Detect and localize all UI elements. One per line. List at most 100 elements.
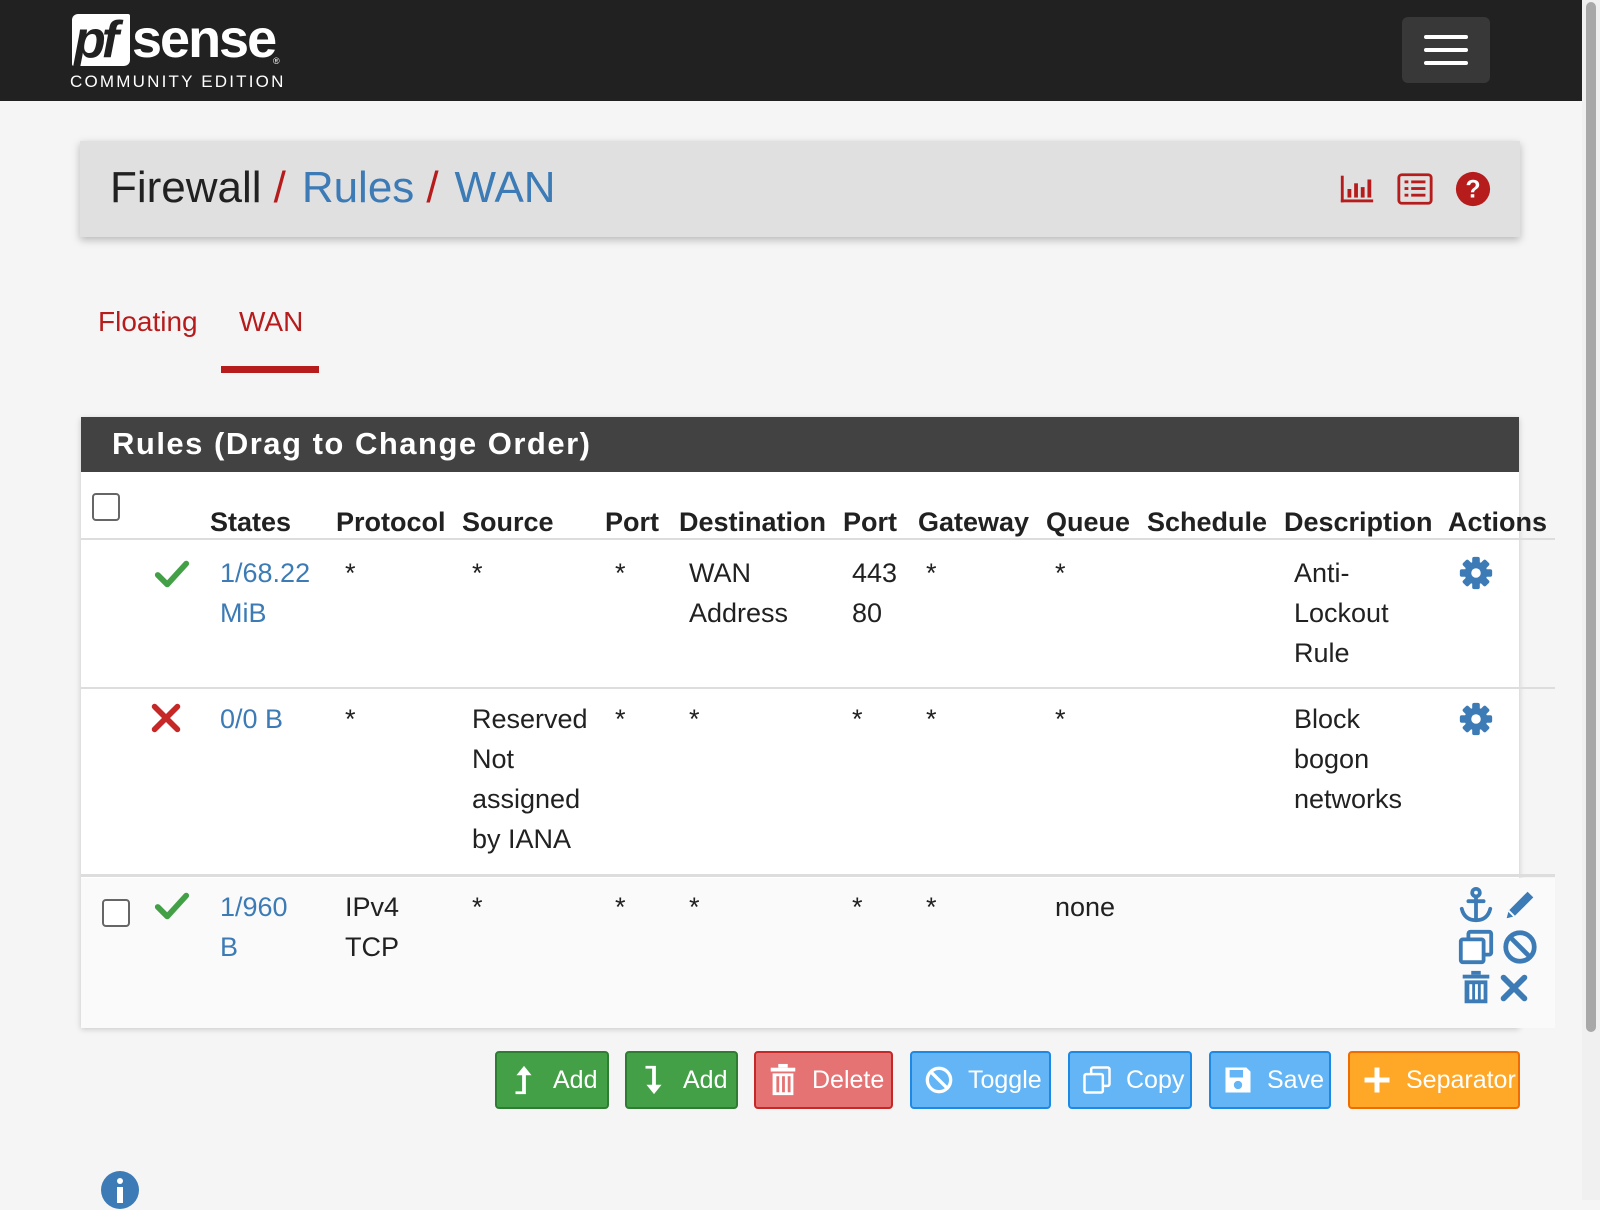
delete-button[interactable]: Delete [754, 1051, 893, 1109]
cell-queue: * [1055, 558, 1066, 588]
list-icon[interactable] [1396, 170, 1434, 208]
tab-floating[interactable]: Floating [98, 306, 198, 338]
cell-protocol: * [345, 558, 356, 588]
add-rule-top-button[interactable]: Add [495, 1051, 609, 1109]
cell-destination: * [689, 704, 700, 734]
col-header-actions: Actions [1448, 507, 1548, 537]
copy-icon[interactable] [1457, 928, 1495, 966]
pencil-icon[interactable] [1501, 886, 1539, 924]
col-header-queue[interactable]: Queue [1046, 507, 1130, 538]
cell-destination: * [689, 892, 700, 922]
col-header-gateway[interactable]: Gateway [918, 507, 1029, 538]
cell-protocol: * [345, 704, 356, 734]
logo-pf-text: pf [74, 11, 119, 69]
col-header-destination[interactable]: Destination [679, 507, 826, 538]
breadcrumb-icons: ? [1338, 167, 1492, 211]
breadcrumb-separator: / [426, 163, 439, 212]
ban-icon [925, 1066, 953, 1094]
arrow-down-icon [645, 1065, 662, 1095]
rules-panel-title: Rules (Drag to Change Order) [112, 426, 592, 461]
cell-source: * [472, 558, 483, 588]
cell-gateway: * [926, 704, 937, 734]
cell-gateway: * [926, 558, 937, 588]
active-tab-indicator [221, 366, 319, 373]
plus-icon [1364, 1067, 1390, 1093]
col-header-schedule[interactable]: Schedule [1147, 507, 1267, 538]
row-divider [81, 874, 1555, 877]
cell-protocol: IPv4 TCP [345, 892, 400, 962]
gear-icon[interactable] [1457, 554, 1495, 592]
page-scrollbar[interactable] [1582, 0, 1600, 1200]
tab-wan[interactable]: WAN [239, 306, 303, 338]
rules-panel: Rules (Drag to Change Order) States Prot… [81, 417, 1555, 1028]
cell-gateway: * [926, 892, 937, 922]
col-header-source-port[interactable]: Port [605, 507, 659, 538]
copy-icon [1083, 1066, 1111, 1094]
add-separator-button[interactable]: Separator [1348, 1051, 1520, 1109]
save-icon [1225, 1067, 1251, 1093]
col-header-dest-port[interactable]: Port [843, 507, 897, 538]
table-row[interactable] [81, 878, 1555, 1028]
trash-icon [770, 1063, 796, 1096]
cell-source-port: * [615, 892, 626, 922]
cell-dest-port: 443 80 [852, 558, 898, 628]
cell-description: Block bogon networks [1294, 704, 1403, 814]
row-divider [81, 687, 1555, 689]
breadcrumb-separator: / [273, 163, 286, 212]
add-rule-bottom-button[interactable]: Add [625, 1051, 738, 1109]
breadcrumb: Firewall / Rules / WAN [110, 163, 556, 213]
cell-queue: none [1055, 892, 1116, 922]
info-icon[interactable] [100, 1170, 140, 1210]
cell-source-port: * [615, 558, 626, 588]
button-label: Copy [1126, 1065, 1185, 1094]
gear-icon[interactable] [1457, 700, 1495, 738]
pfsense-logo[interactable]: pf sense ® COMMUNITY EDITION [70, 9, 290, 96]
breadcrumb-wan-link[interactable]: WAN [455, 163, 556, 212]
states-link[interactable]: 1/68.22 MiB [220, 553, 310, 633]
states-link[interactable]: 1/960 B [220, 887, 288, 967]
block-x-icon [151, 703, 181, 733]
col-header-protocol[interactable]: Protocol [336, 507, 446, 538]
hamburger-icon-bar [1424, 48, 1468, 52]
anchor-icon[interactable] [1457, 886, 1495, 924]
select-all-checkbox[interactable] [92, 493, 120, 521]
breadcrumb-rules-link[interactable]: Rules [302, 163, 415, 212]
ban-icon[interactable] [1501, 928, 1539, 966]
pass-check-icon [154, 560, 190, 588]
trash-icon[interactable] [1457, 969, 1495, 1007]
cell-queue: * [1055, 704, 1066, 734]
col-header-description[interactable]: Description [1284, 507, 1433, 538]
times-icon[interactable] [1495, 969, 1533, 1007]
pass-check-icon [154, 892, 190, 920]
save-button[interactable]: Save [1209, 1051, 1331, 1109]
hamburger-icon-bar [1424, 35, 1468, 39]
cell-description: Anti- Lockout Rule [1294, 558, 1389, 668]
arrow-up-icon [515, 1065, 532, 1095]
cell-source-port: * [615, 704, 626, 734]
button-label: Separator [1406, 1065, 1516, 1094]
bar-chart-icon[interactable] [1338, 170, 1376, 208]
button-label: Toggle [968, 1065, 1042, 1094]
toggle-button[interactable]: Toggle [910, 1051, 1051, 1109]
states-link[interactable]: 0/0 B [220, 699, 283, 739]
cell-destination: WAN Address [689, 558, 789, 628]
button-label: Save [1267, 1065, 1324, 1094]
button-label: Add [553, 1065, 598, 1094]
help-icon[interactable]: ? [1454, 170, 1492, 208]
menu-toggle-button[interactable] [1402, 17, 1490, 83]
copy-button[interactable]: Copy [1068, 1051, 1192, 1109]
logo-sense-text: sense [132, 9, 277, 69]
cell-dest-port: * [852, 704, 863, 734]
svg-text:?: ? [1465, 177, 1480, 204]
hamburger-icon-bar [1424, 61, 1468, 65]
registered-mark: ® [273, 56, 280, 66]
button-label: Add [683, 1065, 728, 1094]
cell-source: * [472, 892, 483, 922]
rules-panel-header: Rules (Drag to Change Order) [81, 417, 1519, 472]
col-header-source[interactable]: Source [462, 507, 554, 538]
breadcrumb-firewall: Firewall [110, 163, 262, 212]
scrollbar-thumb[interactable] [1586, 2, 1596, 1032]
col-header-states[interactable]: States [210, 507, 291, 538]
cell-dest-port: * [852, 892, 863, 922]
row-select-checkbox[interactable] [102, 899, 130, 927]
